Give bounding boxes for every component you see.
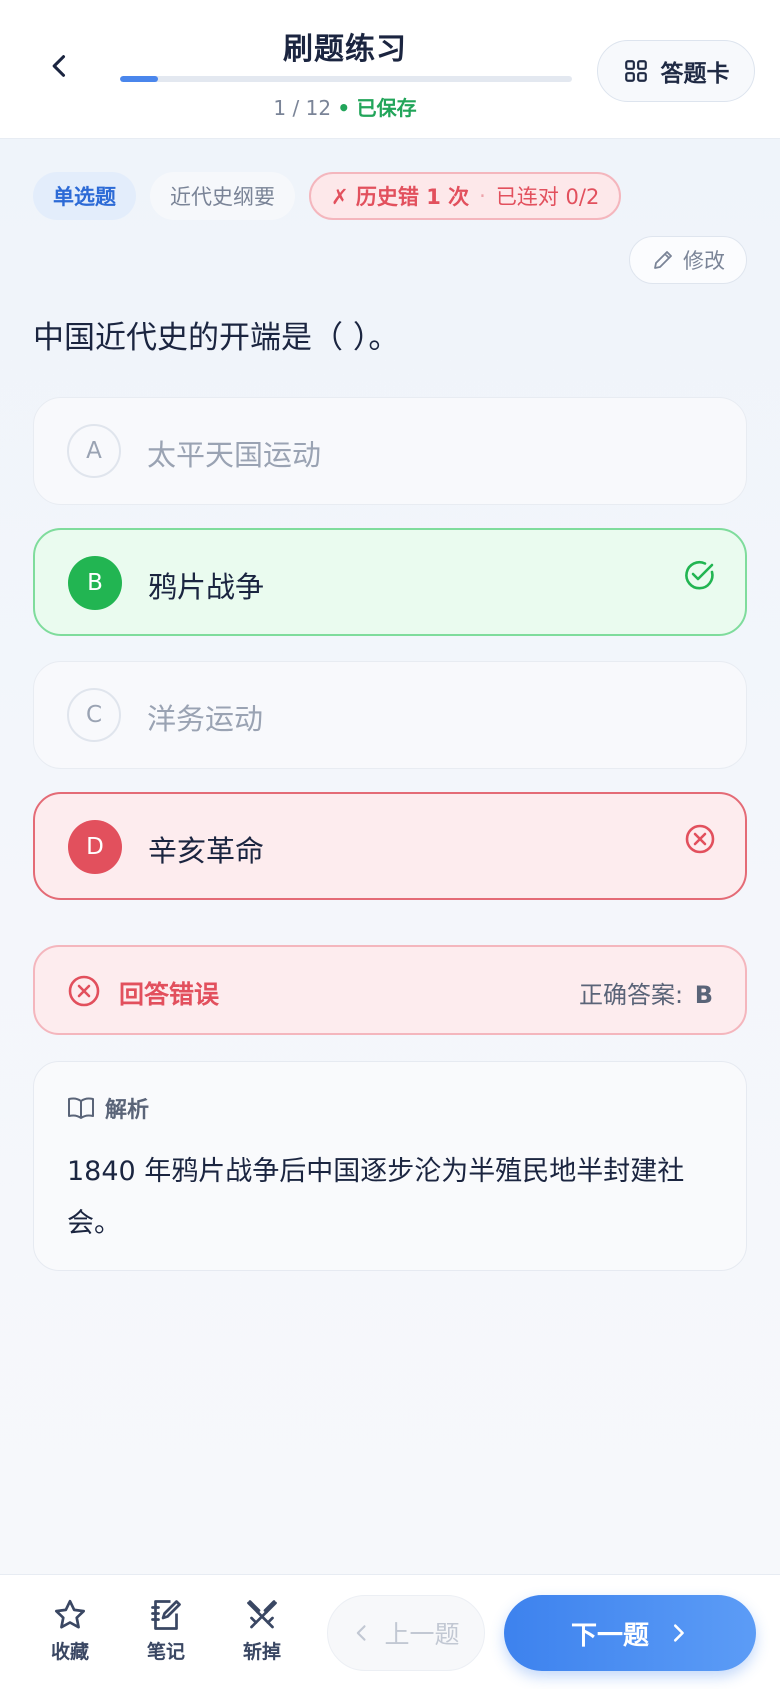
- analysis-text: 1840 年鸦片战争后中国逐步沦为半殖民地半封建社会。: [67, 1156, 685, 1239]
- option-text: 太平天国运动: [147, 438, 322, 472]
- check-circle-icon: [685, 560, 714, 590]
- chevron-right-icon: [673, 1624, 684, 1642]
- previous-question-button[interactable]: 上一题: [327, 1595, 485, 1671]
- option-letter: B: [68, 556, 122, 610]
- remove-label: 斩掉: [242, 1641, 281, 1663]
- x-circle-icon: [685, 824, 715, 854]
- analysis-heading: 解析: [67, 1092, 149, 1124]
- favorite-label: 收藏: [50, 1641, 89, 1663]
- note-edit-icon: [151, 1600, 181, 1630]
- option-text: 辛亥革命: [148, 834, 265, 868]
- answer-card-button[interactable]: 答题卡: [597, 40, 755, 102]
- option-letter: A: [67, 424, 121, 478]
- favorite-button[interactable]: 收藏: [35, 1597, 105, 1664]
- analysis-title: 解析: [105, 1098, 150, 1123]
- question-type-tag: 单选题: [33, 172, 136, 220]
- progress-separator: •: [337, 96, 351, 120]
- option-text: 洋务运动: [147, 702, 264, 736]
- history-error-count: ✗ 历史错 1 次: [331, 185, 470, 209]
- x-circle-icon: [68, 975, 100, 1007]
- progress-counter: 1 / 12: [273, 96, 332, 120]
- result-status: 回答错误: [119, 980, 220, 1009]
- chevron-left-icon: [357, 1625, 367, 1641]
- correct-answer-label: 正确答案:: [578, 981, 684, 1009]
- page-title: 刷题练习: [283, 32, 407, 67]
- option-a[interactable]: A 太平天国运动: [33, 397, 747, 505]
- book-icon: [68, 1097, 94, 1119]
- edit-label: 修改: [683, 249, 725, 273]
- analysis-panel: 解析 1840 年鸦片战争后中国逐步沦为半殖民地半封建社会。: [33, 1061, 747, 1271]
- saved-status: 已保存: [356, 96, 417, 120]
- option-letter: D: [68, 820, 122, 874]
- history-error-tag: ✗ 历史错 1 次 · 已连对 0/2: [309, 172, 622, 220]
- progress-status: 1 / 12 • 已保存: [0, 92, 690, 121]
- bottom-bar: 收藏 笔记 斩掉 上一题 下一题: [0, 1574, 780, 1689]
- crossed-swords-icon: [247, 1600, 277, 1629]
- option-b[interactable]: B 鸦片战争: [33, 528, 747, 636]
- star-icon: [55, 1599, 85, 1629]
- edit-button[interactable]: 修改: [629, 236, 747, 284]
- option-c[interactable]: C 洋务运动: [33, 661, 747, 769]
- next-question-label: 下一题: [570, 1620, 649, 1651]
- option-letter: C: [67, 688, 121, 742]
- question-text: 中国近代史的开端是（ ）。: [33, 320, 400, 356]
- answer-card-label: 答题卡: [660, 61, 730, 87]
- next-question-button[interactable]: 下一题: [504, 1595, 756, 1671]
- pencil-icon: [654, 251, 672, 269]
- remove-button[interactable]: 斩掉: [227, 1597, 297, 1664]
- previous-question-label: 上一题: [384, 1620, 460, 1649]
- streak-count: 已连对 0/2: [495, 185, 600, 209]
- question-tags: 单选题 近代史纲要 ✗ 历史错 1 次 · 已连对 0/2: [33, 172, 622, 220]
- top-bar: 刷题练习 1 / 12 • 已保存 答题卡: [0, 0, 780, 139]
- option-text: 鸦片战争: [148, 570, 265, 604]
- grid-icon: [624, 60, 647, 82]
- subject-tag: 近代史纲要: [150, 172, 295, 220]
- note-label: 笔记: [146, 1641, 185, 1663]
- progress-bar: [120, 76, 572, 82]
- correct-answer: 正确答案: B: [579, 975, 713, 1010]
- note-button[interactable]: 笔记: [131, 1597, 201, 1664]
- answer-result: 回答错误 正确答案: B: [33, 945, 747, 1035]
- option-d[interactable]: D 辛亥革命: [33, 792, 747, 900]
- progress-fill: [120, 76, 158, 82]
- tag-separator: ·: [479, 184, 486, 208]
- correct-answer-value: B: [694, 981, 713, 1009]
